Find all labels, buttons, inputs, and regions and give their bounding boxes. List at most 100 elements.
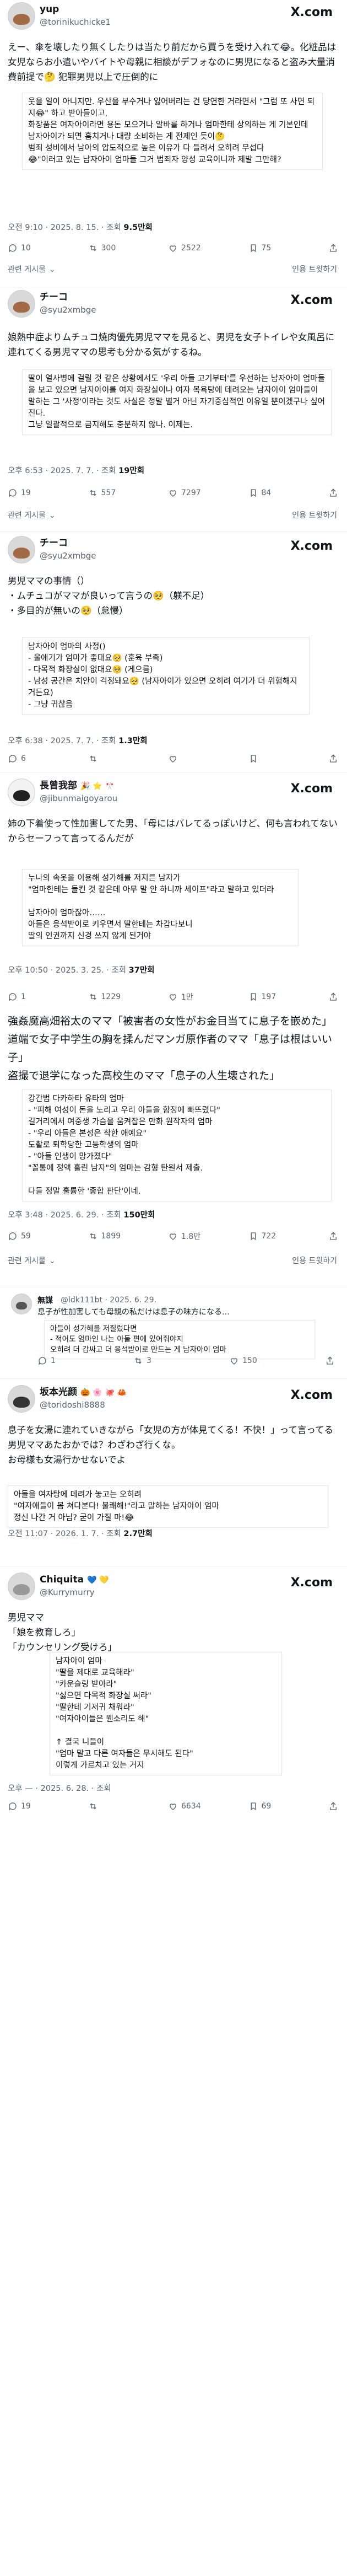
heart-icon (170, 245, 176, 252)
bookmark-button[interactable] (248, 754, 329, 764)
x-logo[interactable]: X.com (291, 6, 333, 19)
author-name[interactable]: 無謀 (37, 1295, 53, 1307)
share-icon (330, 1802, 337, 1810)
author-handle[interactable]: @toridoshi8888 (40, 1399, 105, 1410)
heart-icon (170, 756, 176, 763)
share-button[interactable] (325, 1356, 335, 1366)
avatar[interactable] (8, 1385, 35, 1413)
author-name[interactable]: チーコ (40, 291, 68, 303)
bookmark-icon (251, 1802, 256, 1811)
reply-icon (8, 993, 17, 1001)
repost-button[interactable]: 1229 (88, 992, 169, 1002)
repost-button[interactable] (88, 1801, 169, 1811)
quoted-translation: 아들을 여자탕에 데려가 놓고는 오히려 "여자애들이 몸 쳐다본다! 불쾌해!… (8, 1485, 328, 1528)
reply-button[interactable]: 10 (8, 243, 88, 253)
divider (0, 1378, 347, 1379)
author-handle[interactable]: @jibunmaigoyarou (40, 793, 117, 804)
post-text: えー、傘を壊したり無くしたりは当たり前だから買うを受け入れて😂。化粧品は女児なら… (8, 42, 337, 82)
reply-button[interactable]: 6 (8, 754, 88, 764)
bookmark-button[interactable]: 69 (248, 1801, 329, 1811)
reply-button[interactable]: 1 (8, 992, 88, 1002)
reply-button[interactable]: 19 (8, 488, 88, 498)
avatar[interactable] (8, 779, 35, 806)
chevron-down-icon: ⌄ (48, 265, 56, 274)
repost-button[interactable]: 3 (133, 1356, 229, 1366)
like-button[interactable]: 7297 (168, 488, 248, 498)
chevron-down-icon: ⌄ (48, 511, 56, 520)
author-name[interactable]: Chiquita 💙 💛 (40, 1574, 109, 1586)
x-logo[interactable]: X.com (291, 539, 333, 553)
author-handle[interactable]: @Kurrymurry (40, 1587, 95, 1598)
post-meta: 오후 3:48 · 2025. 6. 29. · 조회 150만회 (8, 1211, 155, 1220)
quote-tweet-link[interactable]: 인용 트윗하기 (292, 509, 337, 520)
author-name[interactable]: チーコ (40, 537, 68, 549)
bookmark-button[interactable]: 722 (248, 1231, 329, 1241)
share-button[interactable] (328, 1231, 338, 1241)
bookmark-button[interactable]: 84 (248, 488, 329, 498)
share-icon (330, 754, 337, 763)
x-logo[interactable]: X.com (291, 293, 333, 307)
avatar[interactable] (11, 1294, 32, 1314)
reply-icon (8, 755, 17, 763)
bookmark-button[interactable]: 197 (248, 992, 329, 1002)
bookmark-icon (251, 1232, 256, 1241)
share-button[interactable] (328, 992, 338, 1002)
like-button[interactable] (168, 754, 248, 764)
x-logo[interactable]: X.com (291, 1388, 333, 1402)
like-button[interactable]: 2522 (168, 243, 248, 253)
quote-tweet-link[interactable]: 인용 트윗하기 (292, 264, 337, 275)
author-handle[interactable]: @ldk111bt · 2025. 6. 29. (61, 1295, 156, 1306)
bookmark-icon (251, 993, 256, 1001)
like-button[interactable]: 1만 (168, 991, 248, 1002)
quote-tweet-link[interactable]: 인용 트윗하기 (292, 1255, 337, 1266)
author-name[interactable]: 長曾我部 🎉 ⭐ 🎌 (40, 780, 115, 792)
author-handle[interactable]: @torinikuchicke1 (40, 17, 111, 28)
reply-button[interactable]: 59 (8, 1231, 88, 1241)
share-icon (330, 1232, 337, 1240)
repost-icon (89, 994, 96, 1000)
related-posts-link[interactable]: 관련 게시물 ⌄ (8, 509, 56, 520)
heart-icon (170, 994, 176, 1001)
related-posts-link[interactable]: 관련 게시물 ⌄ (8, 1255, 56, 1266)
avatar[interactable] (8, 290, 35, 318)
reply-button[interactable]: 19 (8, 1801, 88, 1811)
repost-icon (89, 755, 96, 762)
repost-button[interactable] (88, 754, 169, 764)
reply-icon (8, 489, 17, 497)
emoji-badges: 🎉 ⭐ 🎌 (80, 782, 115, 791)
action-bar: 59 1899 1.8만 722 (8, 1230, 338, 1243)
share-icon (330, 992, 337, 1001)
author-name[interactable]: yup (40, 3, 59, 15)
post-5: 強姦魔高畑裕太のママ「被害者の女性がお金目当てに息子を嵌めた」 道端で女子中学生… (0, 1012, 347, 1299)
repost-button[interactable]: 300 (88, 243, 169, 253)
like-button[interactable]: 150 (229, 1356, 325, 1366)
author-handle[interactable]: @syu2xmbge (40, 304, 96, 315)
related-posts-link[interactable]: 관련 게시물 ⌄ (8, 264, 56, 275)
bookmark-button[interactable]: 75 (248, 243, 329, 253)
post-meta: 오후 6:38 · 2025. 7. 7. · 조회 1.3만회 (8, 737, 148, 745)
avatar[interactable] (8, 2, 35, 30)
author-handle[interactable]: @syu2xmbge (40, 550, 96, 561)
post-8: Chiquita 💙 💛 @Kurrymurry X.com 男児ママ 「娘を教育… (0, 1570, 347, 1956)
quoted-translation: 누나의 속옷을 이용해 성가해를 저지른 남자가 "엄마한테는 들킨 것 같은데… (22, 869, 299, 946)
heart-icon (231, 1358, 237, 1365)
x-logo[interactable]: X.com (291, 782, 333, 796)
share-button[interactable] (328, 488, 338, 498)
post-meta: 오전 9:10 · 2025. 8. 15. · 조회 9.5만회 (8, 223, 153, 232)
share-button[interactable] (328, 754, 338, 764)
quoted-translation: 남자아이 엄마 "딸을 제대로 교육해라" "카운슬링 받아라" "싫으면 다목… (50, 1652, 282, 1775)
x-logo[interactable]: X.com (291, 1576, 333, 1590)
share-button[interactable] (328, 243, 338, 253)
reply-icon (8, 244, 17, 253)
avatar[interactable] (8, 1573, 35, 1600)
repost-button[interactable]: 1899 (88, 1231, 169, 1241)
post-meta: 오전 11:07 · 2026. 1. 7. · 조회 2.7만회 (8, 1530, 153, 1538)
like-button[interactable]: 6634 (168, 1801, 248, 1811)
like-button[interactable]: 1.8만 (168, 1231, 248, 1242)
share-button[interactable] (328, 1801, 338, 1811)
author-name[interactable]: 坂本光颜 🎃 🌸 🐙 🦀 (40, 1386, 127, 1399)
reply-button[interactable]: 1 (37, 1356, 133, 1366)
repost-button[interactable]: 557 (88, 488, 169, 498)
avatar[interactable] (8, 536, 35, 564)
action-bar: 1 3 150 (37, 1354, 335, 1367)
